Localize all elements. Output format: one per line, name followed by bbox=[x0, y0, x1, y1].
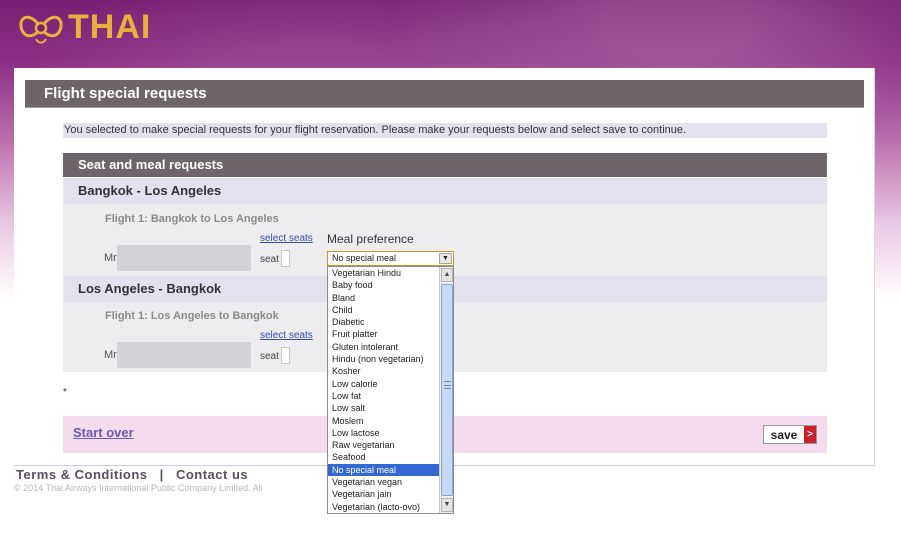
save-label: save bbox=[770, 427, 798, 442]
meal-option[interactable]: Hindu (non vegetarian) bbox=[328, 353, 439, 365]
logo-text: THAI bbox=[68, 8, 152, 46]
passenger-name-redacted bbox=[117, 245, 251, 271]
chevron-down-icon: ▼ bbox=[439, 253, 452, 264]
dropdown-scrollbar[interactable]: ▲ ▼ bbox=[439, 267, 453, 513]
meal-option[interactable]: Raw vegetarian bbox=[328, 439, 439, 451]
meal-option[interactable]: Low fat bbox=[328, 390, 439, 402]
terms-link[interactable]: Terms & Conditions bbox=[16, 467, 148, 482]
contact-link[interactable]: Contact us bbox=[176, 467, 248, 482]
scroll-down-icon[interactable]: ▼ bbox=[441, 498, 453, 512]
seat-field[interactable] bbox=[281, 347, 290, 364]
footnote-asterisk: * bbox=[63, 387, 67, 398]
arrow-right-icon: > bbox=[804, 426, 816, 443]
select-seats-link[interactable]: select seats bbox=[260, 330, 313, 341]
copyright-text: © 2014 Thai Airways International Public… bbox=[14, 483, 263, 493]
meal-option[interactable]: Moslem bbox=[328, 415, 439, 427]
meal-option[interactable]: Diabetic bbox=[328, 316, 439, 328]
meal-preference-select[interactable]: No special meal ▼ bbox=[327, 251, 454, 266]
intro-text: You selected to make special requests fo… bbox=[63, 123, 827, 138]
meal-option[interactable]: Kosher bbox=[328, 365, 439, 377]
meal-option[interactable]: Child bbox=[328, 304, 439, 316]
meal-option[interactable]: Low lactose bbox=[328, 427, 439, 439]
passenger-title: Mr bbox=[104, 252, 117, 264]
footer-links: Terms & Conditions | Contact us bbox=[16, 467, 248, 482]
route-header-bkk-lax: Bangkok - Los Angeles bbox=[63, 178, 827, 204]
meal-option[interactable]: Gluten intolerant bbox=[328, 341, 439, 353]
meal-option[interactable]: Vegetarian Hindu bbox=[328, 267, 439, 279]
footer-separator: | bbox=[159, 467, 164, 482]
meal-dropdown-list[interactable]: Vegetarian Hindu Baby food Bland Child D… bbox=[327, 266, 454, 514]
meal-preference-label: Meal preference bbox=[327, 232, 414, 246]
page-title: Flight special requests bbox=[25, 80, 864, 108]
meal-option[interactable]: Vegetarian jain bbox=[328, 488, 439, 500]
orchid-logo-icon bbox=[18, 9, 64, 47]
grip-icon bbox=[444, 381, 451, 389]
section-title: Seat and meal requests bbox=[63, 153, 827, 177]
meal-option[interactable]: Bland bbox=[328, 292, 439, 304]
select-seats-link[interactable]: select seats bbox=[260, 233, 313, 244]
start-over-link[interactable]: Start over bbox=[73, 425, 134, 440]
meal-option[interactable]: Seafood bbox=[328, 451, 439, 463]
meal-option[interactable]: Fruit platter bbox=[328, 328, 439, 340]
meal-select-value: No special meal bbox=[332, 253, 397, 263]
meal-option[interactable]: Low salt bbox=[328, 402, 439, 414]
seat-label: seat bbox=[260, 351, 279, 362]
meal-option[interactable]: Low calorie bbox=[328, 378, 439, 390]
passenger-title: Mr bbox=[104, 349, 117, 361]
scroll-thumb[interactable] bbox=[441, 284, 453, 496]
meal-option-selected[interactable]: No special meal bbox=[328, 463, 439, 477]
seat-field[interactable] bbox=[281, 250, 290, 267]
scroll-up-icon[interactable]: ▲ bbox=[441, 268, 453, 282]
seat-label: seat bbox=[260, 254, 279, 265]
flight-label: Flight 1: Los Angeles to Bangkok bbox=[105, 310, 279, 322]
meal-option[interactable]: Baby food bbox=[328, 279, 439, 291]
meal-option[interactable]: Vegetarian vegan bbox=[328, 476, 439, 488]
meal-option[interactable]: Vegetarian (lacto-ovo) bbox=[328, 501, 439, 513]
save-button[interactable]: save > bbox=[763, 425, 817, 444]
passenger-name-redacted bbox=[117, 342, 251, 368]
thai-logo[interactable]: THAI bbox=[18, 8, 151, 47]
flight-label: Flight 1: Bangkok to Los Angeles bbox=[105, 213, 279, 225]
